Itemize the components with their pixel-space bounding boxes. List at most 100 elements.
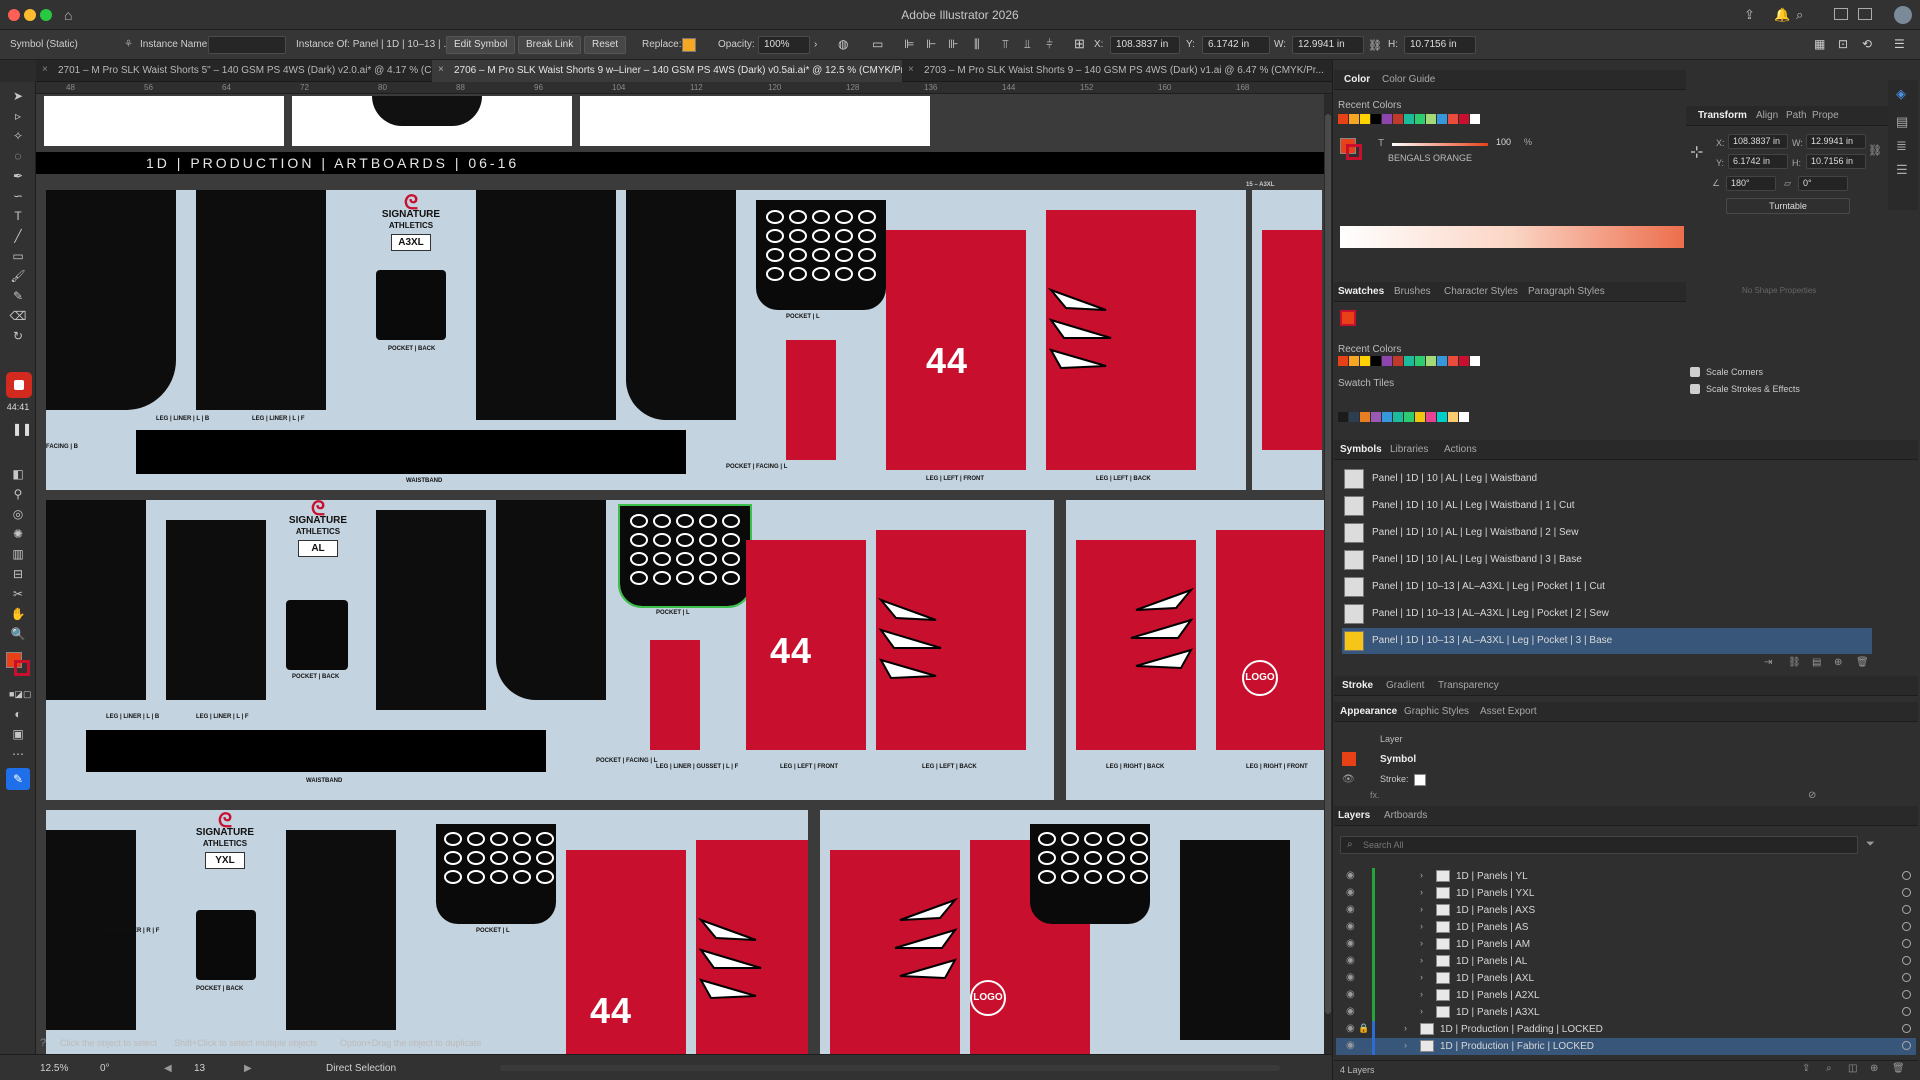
layers-search-input[interactable]: ⌕ Search All [1340, 836, 1858, 854]
canvas[interactable]: 1D | PRODUCTION | ARTBOARDS | 06-16 ᘓ SI… [36, 94, 1324, 1054]
tab-stroke[interactable]: Stroke [1342, 680, 1373, 691]
delete-symbol-icon[interactable]: 🗑 [1856, 657, 1869, 668]
layer-row[interactable]: ◉ › 1D | Panels | AXL [1336, 970, 1916, 987]
color-swatch[interactable] [1437, 412, 1447, 422]
search-icon[interactable]: ⌕ [1796, 7, 1803, 23]
color-swatch[interactable] [1382, 412, 1392, 422]
visibility-eye-icon[interactable]: ◉ [1346, 1006, 1355, 1017]
symbol-options-icon[interactable]: ▤ [1812, 657, 1821, 668]
avatar[interactable] [1894, 6, 1912, 24]
color-swatch[interactable] [1382, 114, 1392, 124]
paintbrush-tool-icon[interactable]: 🖌 [9, 268, 27, 284]
color-swatch[interactable] [1448, 356, 1458, 366]
artboard-a3xl-partial[interactable]: 15 – A3XL [1246, 182, 1322, 490]
color-swatch[interactable] [1426, 356, 1436, 366]
tab-path[interactable]: Path [1786, 110, 1807, 121]
color-swatch[interactable] [1338, 412, 1348, 422]
fill-stroke-swatch[interactable] [1340, 310, 1356, 326]
align-left-icon[interactable]: ⊫ [904, 37, 914, 51]
color-swatch[interactable] [1437, 356, 1447, 366]
align-middle-icon[interactable]: ⫫ [1024, 37, 1031, 52]
expand-chevron-icon[interactable]: › [1420, 921, 1423, 931]
visibility-eye-icon[interactable]: ◉ [1346, 887, 1355, 898]
target-icon[interactable] [1902, 973, 1911, 982]
target-icon[interactable] [1902, 939, 1911, 948]
active-tool-icon[interactable]: ✎ [6, 768, 30, 790]
gradient-tool-icon[interactable]: ◧ [9, 466, 27, 482]
scale-strokes-checkbox[interactable] [1690, 384, 1700, 394]
layer-row[interactable]: ◉ 🔒 › 1D | Production | Padding | LOCKED [1336, 1021, 1916, 1038]
tab-libraries[interactable]: Libraries [1390, 444, 1428, 455]
layer-row-selected[interactable]: ◉ › 1D | Production | Fabric | LOCKED [1336, 1038, 1916, 1055]
blob-brush-tool-icon[interactable]: ✎ [9, 288, 27, 304]
color-swatch[interactable] [1426, 114, 1436, 124]
tab-transparency[interactable]: Transparency [1438, 680, 1499, 691]
artboard-number[interactable]: 13 [194, 1063, 205, 1074]
scale-corners-checkbox[interactable] [1690, 367, 1700, 377]
color-swatch[interactable] [1382, 356, 1392, 366]
color-swatch[interactable] [1349, 114, 1359, 124]
direct-selection-tool-icon[interactable]: ▹ [9, 108, 27, 124]
visibility-eye-icon[interactable]: ◉ [1346, 989, 1355, 1000]
color-swatch[interactable] [1393, 412, 1403, 422]
color-swatch[interactable] [1415, 114, 1425, 124]
color-swatch[interactable] [1448, 412, 1458, 422]
color-swatch[interactable] [1404, 114, 1414, 124]
isolate-icon[interactable]: ⊡ [1838, 37, 1848, 51]
layer-row[interactable]: ◉ › 1D | Panels | AXS [1336, 902, 1916, 919]
symbol-item-selected[interactable]: Panel | 1D | 10–13 | AL–A3XL | Leg | Poc… [1342, 628, 1872, 654]
expand-chevron-icon[interactable]: › [1420, 887, 1423, 897]
break-link-icon[interactable]: ⛓ [1788, 657, 1801, 668]
color-swatch[interactable] [1349, 412, 1359, 422]
collect-export-icon[interactable]: ⇪ [1802, 1063, 1810, 1074]
tab-layers[interactable]: Layers [1338, 810, 1370, 821]
tab-paragraph-styles[interactable]: Paragraph Styles [1528, 286, 1605, 297]
target-icon[interactable] [1902, 871, 1911, 880]
stop-recording-button[interactable] [6, 372, 32, 398]
x-input[interactable]: 108.3837 in [1110, 36, 1180, 54]
tf-h-input[interactable]: 10.7156 in [1806, 154, 1866, 169]
stroke-swatch[interactable] [1346, 144, 1362, 160]
layer-row[interactable]: ◉ › 1D | Panels | A2XL [1336, 987, 1916, 1004]
arrange-icon[interactable]: ▦ [1814, 37, 1825, 51]
artboard-al-right[interactable]: LOGO LEG | RIGHT | BACK LEG | RIGHT | FR… [1066, 500, 1324, 800]
symbol-item[interactable]: Panel | 1D | 10 | AL | Leg | Waistband |… [1342, 547, 1872, 573]
expand-chevron-icon[interactable]: › [1420, 904, 1423, 914]
visibility-eye-icon[interactable]: ◉ [1346, 972, 1355, 983]
lock-icon[interactable]: 🔒 [1358, 1023, 1369, 1034]
artboard-yxl[interactable]: ᘓ SIGNATURE ATHLETICS YXL 44 POCKET | BA… [46, 810, 808, 1054]
rotate-tool-icon[interactable]: ↻ [9, 328, 27, 344]
color-swatch[interactable] [1404, 412, 1414, 422]
color-swatch[interactable] [1470, 114, 1480, 124]
artboard-tool-icon[interactable]: ⊟ [9, 566, 27, 582]
tab-brushes[interactable]: Brushes [1394, 286, 1431, 297]
color-swatch[interactable] [1437, 114, 1447, 124]
color-swatch[interactable] [1360, 114, 1370, 124]
opacity-input[interactable]: 100% [758, 36, 810, 54]
artboard-top-1[interactable] [44, 96, 284, 146]
line-tool-icon[interactable]: ╱ [9, 228, 27, 244]
target-icon[interactable] [1902, 888, 1911, 897]
color-swatch[interactable] [1371, 412, 1381, 422]
color-swatch[interactable] [1459, 356, 1469, 366]
tint-slider[interactable] [1392, 143, 1488, 146]
color-swatch[interactable] [1349, 356, 1359, 366]
reference-point-icon[interactable]: ⊞ [1074, 36, 1085, 52]
chevron-right-icon[interactable]: › [814, 39, 817, 50]
tab-gradient[interactable]: Gradient [1386, 680, 1424, 691]
color-mode-icon[interactable]: ■◪▢ [9, 686, 31, 702]
artboard-top-2[interactable] [292, 96, 572, 146]
rotation-view[interactable]: 0° [100, 1063, 110, 1074]
visibility-eye-icon[interactable]: ◉ [1346, 904, 1355, 915]
distribute-icon[interactable]: ⫼ [974, 37, 980, 52]
artboard-yxl-right[interactable]: LOGO [820, 810, 1324, 1054]
lasso-tool-icon[interactable]: ◌ [9, 148, 27, 164]
slice-tool-icon[interactable]: ✂ [9, 586, 27, 602]
workspace-icon[interactable] [1858, 8, 1872, 20]
tab-character-styles[interactable]: Character Styles [1444, 286, 1518, 297]
doc-tab-2701[interactable]: × 2701 – M Pro SLK Waist Shorts 5" – 140 … [36, 60, 432, 82]
rotate-input[interactable]: 180° [1726, 176, 1776, 191]
visibility-eye-icon[interactable]: ◉ [1346, 938, 1355, 949]
h-input[interactable]: 10.7156 in [1404, 36, 1476, 54]
properties-icon[interactable]: ◈ [1896, 86, 1906, 102]
